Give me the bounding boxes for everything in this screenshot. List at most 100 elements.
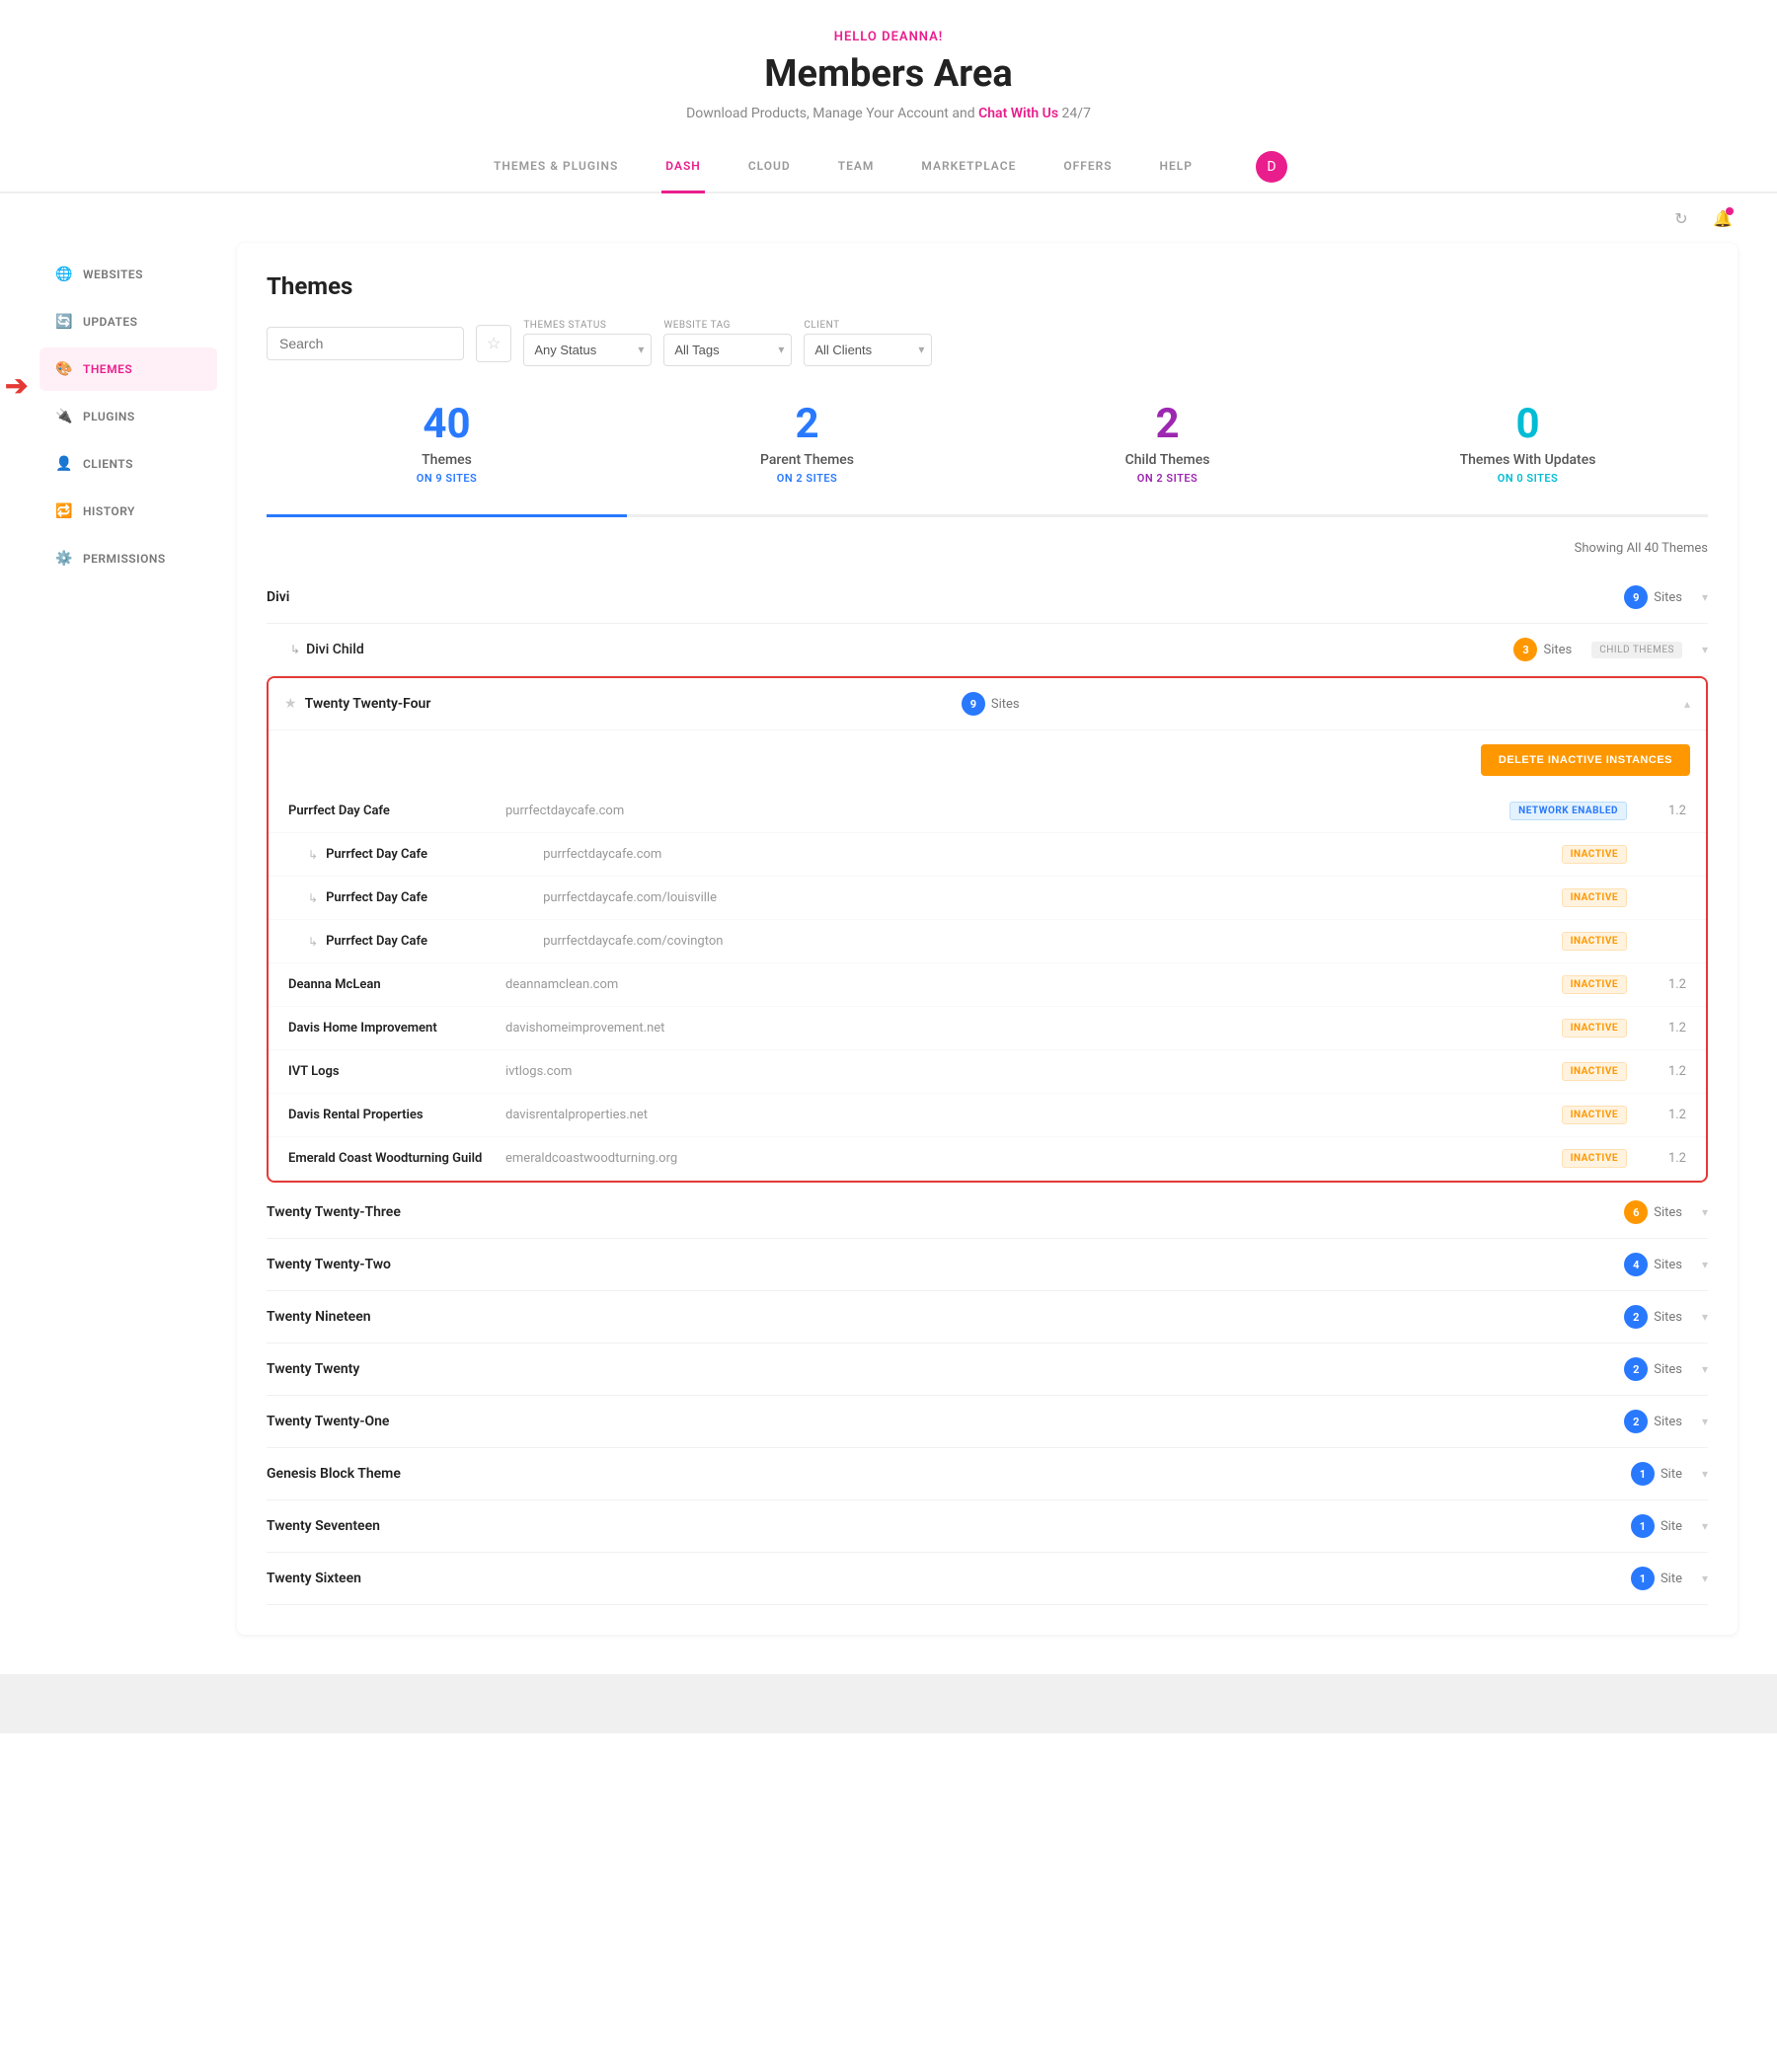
status-badge-network: NETWORK ENABLED (1509, 802, 1627, 820)
divi-chevron: ▾ (1702, 590, 1708, 604)
permissions-icon: ⚙️ (55, 551, 73, 567)
status-badge-inactive-c2: INACTIVE (1562, 888, 1627, 907)
nav-team[interactable]: TEAM (834, 141, 879, 193)
expanded-header[interactable]: ★ Twenty Twenty-Four 9 Sites ▴ (269, 678, 1706, 730)
top-bar: ↻ 🔔 (0, 193, 1777, 243)
stat-number-parent: 2 (627, 400, 987, 448)
instance-davis-home[interactable]: Davis Home Improvement davishomeimprovem… (269, 1007, 1706, 1050)
twenty-twenty-one-chevron: ▾ (1702, 1415, 1708, 1428)
theme-row-twenty-seventeen[interactable]: Twenty Seventeen 1 Site ▾ (267, 1500, 1708, 1553)
sidebar: ➔ 🌐 WEBSITES 🔄 UPDATES 🎨 THEMES 🔌 PLUGIN… (39, 243, 237, 1635)
theme-name-twenty-twenty-one: Twenty Twenty-One (267, 1414, 1624, 1429)
instance-deanna[interactable]: Deanna McLean deannamclean.com INACTIVE … (269, 963, 1706, 1007)
notification-icon[interactable]: 🔔 (1708, 203, 1738, 233)
child-theme-badge: CHILD THEMES (1591, 642, 1682, 658)
theme-row-twenty-twenty[interactable]: Twenty Twenty 2 Sites ▾ (267, 1343, 1708, 1396)
instance-version-davis-rental: 1.2 (1647, 1108, 1686, 1122)
instance-url-ivt: ivtlogs.com (505, 1064, 1562, 1079)
instance-purrfect-child3[interactable]: ↳ Purrfect Day Cafe purrfectdaycafe.com/… (269, 920, 1706, 963)
nav-help[interactable]: HELP (1156, 141, 1197, 193)
instance-url-deanna: deannamclean.com (505, 977, 1562, 992)
twenty-nineteen-chevron: ▾ (1702, 1310, 1708, 1324)
sidebar-item-permissions[interactable]: ⚙️ PERMISSIONS (39, 537, 217, 580)
theme-row-twenty-twenty-three[interactable]: Twenty Twenty-Three 6 Sites ▾ (267, 1187, 1708, 1239)
stat-parent-themes: 2 Parent Themes ON 2 SITES (627, 390, 987, 495)
instance-name-ivt: IVT Logs (288, 1064, 505, 1079)
twenty-twenty-sites: Sites (1654, 1362, 1682, 1377)
page-title: Members Area (20, 52, 1757, 96)
refresh-icon[interactable]: ↻ (1666, 203, 1696, 233)
nav-offers[interactable]: OFFERS (1059, 141, 1116, 193)
twenty-nineteen-badge: 2 (1624, 1305, 1648, 1329)
stat-themes: 40 Themes ON 9 SITES (267, 390, 627, 495)
instance-name-purrfect-c3: Purrfect Day Cafe (326, 934, 543, 949)
stat-label-updates: Themes With Updates (1348, 452, 1708, 468)
instance-davis-rental[interactable]: Davis Rental Properties davisrentalprope… (269, 1094, 1706, 1137)
theme-row-divi-child[interactable]: ↳ Divi Child 3 Sites CHILD THEMES ▾ (267, 624, 1708, 676)
stat-child-themes: 2 Child Themes ON 2 SITES (987, 390, 1348, 495)
instance-purrfect-main[interactable]: Purrfect Day Cafe purrfectdaycafe.com NE… (269, 790, 1706, 833)
sidebar-item-themes[interactable]: 🎨 THEMES (39, 347, 217, 391)
sidebar-label-plugins: PLUGINS (83, 410, 135, 423)
expanded-sites-text: Sites (991, 697, 1020, 712)
star-filter-button[interactable]: ☆ (476, 325, 511, 362)
twenty-twenty-two-badge: 4 (1624, 1253, 1648, 1276)
instance-url-purrfect-c3: purrfectdaycafe.com/covington (543, 934, 1562, 949)
nav-cloud[interactable]: CLOUD (744, 141, 795, 193)
twenty-twenty-two-chevron: ▾ (1702, 1258, 1708, 1271)
child-arrow-icon: ↳ (290, 643, 300, 656)
sidebar-item-clients[interactable]: 👤 CLIENTS (39, 442, 217, 486)
filters-row: ☆ THEMES STATUS Any Status WEBSITE TAG A… (267, 320, 1708, 366)
expanded-sites-badge: 9 (962, 692, 985, 716)
twenty-twenty-chevron: ▾ (1702, 1362, 1708, 1376)
twenty-twenty-two-sites: Sites (1654, 1258, 1682, 1272)
instance-version-davis-home: 1.2 (1647, 1021, 1686, 1036)
website-tag-label: WEBSITE TAG (663, 320, 792, 331)
theme-name-expanded: Twenty Twenty-Four (305, 696, 950, 712)
website-tag-select[interactable]: All Tags (663, 334, 792, 366)
plugins-icon: 🔌 (55, 409, 73, 424)
expanded-chevron-icon[interactable]: ▴ (1684, 697, 1690, 711)
avatar[interactable]: D (1256, 151, 1287, 183)
nav-themes-plugins[interactable]: THEMES & PLUGINS (490, 141, 622, 193)
nav-marketplace[interactable]: MARKETPLACE (917, 141, 1020, 193)
stat-label-parent: Parent Themes (627, 452, 987, 468)
instance-purrfect-child1[interactable]: ↳ Purrfect Day Cafe purrfectdaycafe.com … (269, 833, 1706, 877)
sidebar-item-plugins[interactable]: 🔌 PLUGINS (39, 395, 217, 438)
clients-icon: 👤 (55, 456, 73, 472)
child-arrow-3: ↳ (308, 935, 318, 949)
star-icon-expanded[interactable]: ★ (284, 696, 297, 712)
theme-row-twenty-nineteen[interactable]: Twenty Nineteen 2 Sites ▾ (267, 1291, 1708, 1343)
sidebar-item-updates[interactable]: 🔄 UPDATES (39, 300, 217, 344)
instance-purrfect-child2[interactable]: ↳ Purrfect Day Cafe purrfectdaycafe.com/… (269, 877, 1706, 920)
stat-number-child: 2 (987, 400, 1348, 448)
instance-emerald[interactable]: Emerald Coast Woodturning Guild emeraldc… (269, 1137, 1706, 1181)
child-arrow-1: ↳ (308, 848, 318, 862)
delete-inactive-button[interactable]: DELETE INACTIVE INSTANCES (1481, 744, 1690, 776)
footer-bar (0, 1674, 1777, 1733)
sidebar-label-websites: WEBSITES (83, 268, 143, 281)
status-badge-ivt: INACTIVE (1562, 1062, 1627, 1081)
sidebar-label-updates: UPDATES (83, 315, 138, 329)
theme-row-twenty-twenty-two[interactable]: Twenty Twenty-Two 4 Sites ▾ (267, 1239, 1708, 1291)
sidebar-item-websites[interactable]: 🌐 WEBSITES (39, 253, 217, 296)
theme-row-twenty-twenty-one[interactable]: Twenty Twenty-One 2 Sites ▾ (267, 1396, 1708, 1448)
theme-name-twenty-twenty-three: Twenty Twenty-Three (267, 1204, 1624, 1220)
instance-ivt[interactable]: IVT Logs ivtlogs.com INACTIVE 1.2 (269, 1050, 1706, 1094)
instance-url-davis-rental: davisrentalproperties.net (505, 1108, 1562, 1122)
theme-row-genesis[interactable]: Genesis Block Theme 1 Site ▾ (267, 1448, 1708, 1500)
instance-name-purrfect: Purrfect Day Cafe (288, 804, 505, 818)
themes-status-select[interactable]: Any Status (523, 334, 652, 366)
header-subtitle: Download Products, Manage Your Account a… (20, 106, 1757, 121)
search-input[interactable] (267, 327, 464, 360)
chat-link[interactable]: Chat With Us (978, 106, 1058, 121)
twenty-twenty-three-sites: Sites (1654, 1205, 1682, 1220)
status-badge-davis-home: INACTIVE (1562, 1019, 1627, 1037)
sidebar-item-history[interactable]: 🔁 HISTORY (39, 490, 217, 533)
subtitle-pre: Download Products, Manage Your Account a… (686, 106, 978, 121)
theme-row-twenty-sixteen[interactable]: Twenty Sixteen 1 Site ▾ (267, 1553, 1708, 1605)
themes-status-wrapper: THEMES STATUS Any Status (523, 320, 652, 366)
nav-dash[interactable]: DASH (661, 141, 705, 193)
client-select[interactable]: All Clients (804, 334, 932, 366)
theme-row-divi[interactable]: Divi 9 Sites ▾ (267, 572, 1708, 624)
